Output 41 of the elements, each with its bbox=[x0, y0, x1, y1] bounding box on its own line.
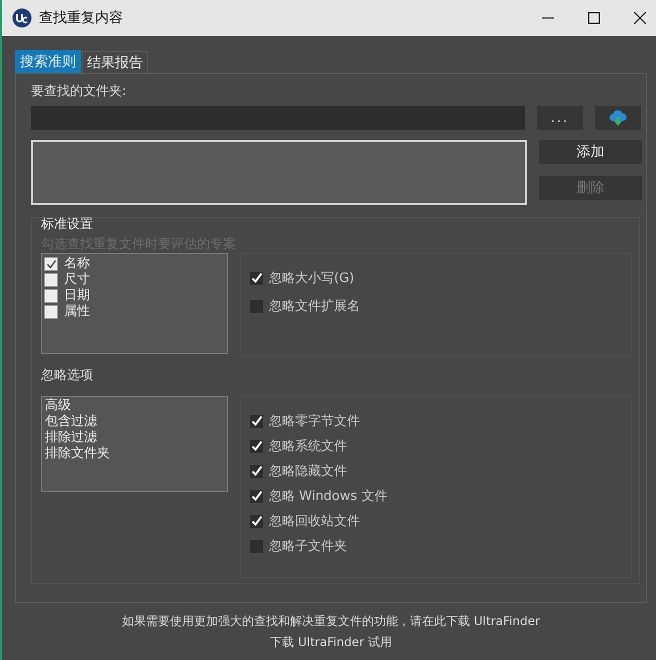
cloud-button[interactable] bbox=[595, 106, 641, 130]
cloud-download-icon bbox=[609, 110, 627, 126]
option-label: 忽略子文件夹 bbox=[269, 538, 347, 555]
folder-label: 要查找的文件夹: bbox=[31, 83, 128, 100]
footer-text: 下载 UltraFinder 试用 bbox=[270, 634, 392, 651]
list-item[interactable]: 包含过滤 bbox=[45, 414, 224, 430]
criterion-label: 尺寸 bbox=[64, 272, 90, 288]
close-icon[interactable] bbox=[634, 12, 646, 24]
checkbox[interactable] bbox=[250, 540, 263, 552]
criteria-list[interactable]: 名称 尺寸 日期 属性 bbox=[41, 253, 228, 354]
option-label: 忽略零字节文件 bbox=[269, 413, 360, 430]
option-label: 忽略大小写(G) bbox=[269, 270, 354, 287]
checkbox[interactable] bbox=[44, 289, 58, 303]
list-item[interactable]: 排除过滤 bbox=[45, 430, 224, 446]
criterion-label: 属性 bbox=[64, 304, 90, 320]
tab[interactable]: 结果报告 bbox=[82, 51, 148, 73]
checkbox[interactable] bbox=[44, 273, 58, 287]
option-label: 忽略隐藏文件 bbox=[269, 463, 347, 480]
add-button[interactable]: 添加 bbox=[539, 140, 642, 164]
option-label: 忽略文件扩展名 bbox=[269, 298, 360, 315]
option-label: 忽略回收站文件 bbox=[269, 513, 360, 530]
browse-button[interactable]: ... bbox=[537, 106, 583, 130]
option-label: 忽略系统文件 bbox=[269, 438, 347, 455]
checkbox[interactable] bbox=[44, 305, 58, 319]
checkbox[interactable] bbox=[250, 300, 263, 312]
ignore-options-title: 忽略选项 bbox=[41, 367, 94, 384]
option-label: 忽略 Windows 文件 bbox=[269, 488, 388, 505]
footer-text: 如果需要使用更加强大的查找和解决重复文件的功能，请在此下载 UltraFinder bbox=[122, 613, 540, 630]
app-logo-icon bbox=[12, 8, 32, 28]
checkbox[interactable] bbox=[44, 257, 58, 271]
criterion-label: 名称 bbox=[64, 256, 90, 272]
group-title: 标准设置 bbox=[41, 216, 94, 233]
maximize-icon[interactable] bbox=[588, 12, 600, 24]
tab[interactable]: 搜索准则 bbox=[15, 50, 81, 73]
window-title: 查找重复内容 bbox=[39, 9, 123, 27]
list-item[interactable]: 高级 bbox=[45, 398, 224, 414]
ignore-options-list[interactable]: 高级 包含过滤 排除过滤 排除文件夹 bbox=[41, 396, 228, 492]
folder-path-field[interactable] bbox=[31, 106, 525, 130]
folder-list[interactable] bbox=[31, 140, 527, 205]
criterion-label: 日期 bbox=[64, 288, 90, 304]
list-item[interactable]: 排除文件夹 bbox=[45, 446, 224, 462]
